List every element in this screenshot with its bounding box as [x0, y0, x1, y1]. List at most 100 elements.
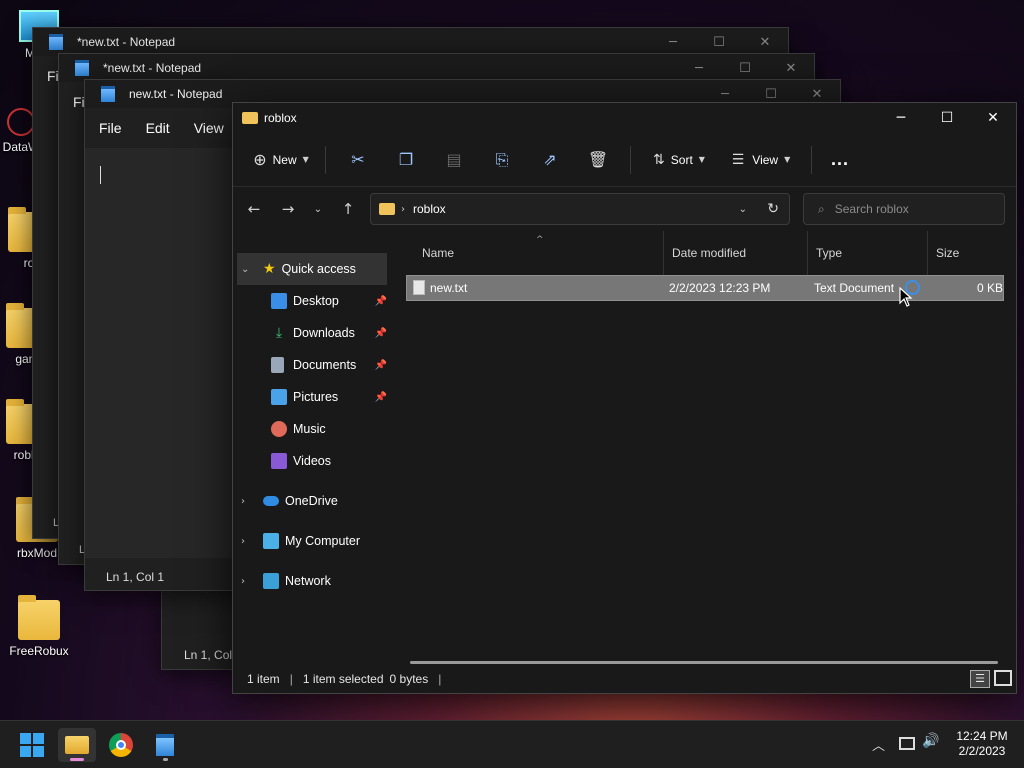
taskbar-notepad[interactable]: [146, 728, 184, 762]
chevron-down-icon[interactable]: ⌄: [241, 264, 255, 275]
search-box[interactable]: ⌕ Search roblox: [803, 193, 1005, 225]
file-date: 2/2/2023 12:23 PM: [669, 281, 771, 295]
app-icon: [7, 108, 35, 136]
chevron-right-icon[interactable]: ›: [241, 576, 255, 587]
nav-item-downloads[interactable]: ⤓ Downloads 📌: [233, 317, 391, 349]
column-type[interactable]: Type: [807, 231, 927, 275]
command-bar: ⊕ New ▼ ✂ ❐ ▤ ⎘ ⇗ 🗑 ⇅ Sort ▼ ☰ View ▼ ..…: [233, 133, 1016, 187]
pin-icon: 📌: [374, 295, 387, 307]
maximize-button[interactable]: ☐: [924, 103, 970, 133]
table-row[interactable]: new.txt 2/2/2023 12:23 PM Text Document …: [406, 275, 1004, 301]
maximize-button[interactable]: ☐: [696, 35, 742, 50]
recent-locations-button[interactable]: ⌄: [305, 204, 331, 215]
nav-network[interactable]: › Network: [233, 565, 391, 597]
file-explorer-window[interactable]: roblox ─ ☐ ✕ ⊕ New ▼ ✂ ❐ ▤ ⎘ ⇗ 🗑 ⇅ Sort …: [232, 102, 1017, 694]
tiles-view-button[interactable]: [994, 670, 1012, 686]
title-bar[interactable]: roblox ─ ☐ ✕: [233, 103, 1016, 133]
close-button[interactable]: ✕: [768, 61, 814, 76]
copy-button[interactable]: ❐: [382, 143, 430, 177]
separator: [630, 145, 631, 174]
nav-quick-access[interactable]: ⌄ ★ Quick access: [237, 253, 387, 285]
cut-button[interactable]: ✂: [334, 143, 382, 177]
more-options-button[interactable]: ...: [820, 143, 860, 177]
volume-icon[interactable]: 🔊: [922, 733, 939, 749]
nav-item-documents[interactable]: Documents 📌: [233, 349, 391, 381]
menu-file[interactable]: File: [99, 120, 122, 136]
file-list[interactable]: Name ^ Date modified Type Size new.txt 2…: [406, 231, 1006, 671]
minimize-button[interactable]: ─: [650, 35, 696, 50]
close-button[interactable]: ✕: [970, 103, 1016, 133]
item-count: 1 item: [247, 672, 280, 686]
minimize-button[interactable]: ─: [878, 103, 924, 133]
minimize-button[interactable]: ─: [702, 87, 748, 102]
nav-my-computer[interactable]: › My Computer: [233, 525, 391, 557]
title-bar[interactable]: *new.txt - Notepad ─ ☐ ✕: [59, 54, 814, 82]
status-divider: |: [289, 672, 293, 686]
clock[interactable]: 12:24 PM 2/2/2023: [952, 729, 1012, 759]
plus-icon: ⊕: [253, 150, 267, 169]
column-name[interactable]: Name ^: [406, 231, 664, 275]
column-size[interactable]: Size: [927, 231, 1007, 275]
column-header-row: Name ^ Date modified Type Size: [406, 231, 1006, 275]
more-icon: ...: [830, 149, 849, 169]
delete-button[interactable]: 🗑: [574, 143, 622, 177]
desktop-icon-freerobux[interactable]: FreeRobux: [4, 595, 74, 658]
nav-item-desktop[interactable]: Desktop 📌: [233, 285, 391, 317]
chevron-right-icon[interactable]: ›: [241, 536, 255, 547]
navigation-row: ← → ⌄ ↑ › roblox ⌄ ↻ ⌕ Search roblox: [233, 187, 1016, 231]
menu-edit[interactable]: Edit: [146, 120, 170, 136]
window-title: *new.txt - Notepad: [103, 61, 202, 75]
paste-button[interactable]: ▤: [430, 143, 478, 177]
up-button[interactable]: ↑: [331, 200, 365, 218]
share-button[interactable]: ⇗: [526, 143, 574, 177]
nav-item-videos[interactable]: Videos: [233, 445, 391, 477]
status-line-col: Ln 1, Col: [184, 648, 233, 662]
column-date-modified[interactable]: Date modified: [663, 231, 808, 275]
videos-icon: [271, 453, 287, 469]
forward-button[interactable]: →: [271, 200, 305, 218]
maximize-button[interactable]: ☐: [722, 61, 768, 76]
chevron-right-icon[interactable]: ›: [241, 496, 255, 507]
address-bar[interactable]: › roblox ⌄ ↻: [370, 193, 790, 225]
music-icon: [271, 421, 287, 437]
back-button[interactable]: ←: [237, 200, 271, 218]
close-button[interactable]: ✕: [794, 87, 840, 102]
download-icon: ⤓: [275, 325, 283, 341]
start-button[interactable]: [13, 728, 51, 762]
folder-icon: [242, 112, 258, 124]
details-view-button[interactable]: ☰: [970, 670, 990, 688]
chevron-down-icon: ▼: [302, 155, 309, 164]
notepad-icon: [156, 734, 174, 756]
active-indicator: [163, 758, 168, 761]
notepad-icon: [75, 60, 89, 76]
star-icon: ★: [263, 261, 276, 277]
horizontal-scrollbar[interactable]: [410, 661, 998, 664]
text-cursor: [100, 166, 101, 184]
nav-item-pictures[interactable]: Pictures 📌: [233, 381, 391, 413]
sort-button[interactable]: ⇅ Sort ▼: [639, 143, 719, 177]
network-status-icon[interactable]: [899, 737, 915, 750]
view-button[interactable]: ☰ View ▼: [719, 143, 803, 177]
taskbar-chrome[interactable]: [102, 728, 140, 762]
title-bar[interactable]: *new.txt - Notepad ─ ☐ ✕: [33, 28, 788, 56]
nav-onedrive[interactable]: › OneDrive: [233, 485, 391, 517]
new-button[interactable]: ⊕ New ▼: [245, 143, 317, 177]
rename-button[interactable]: ⎘: [478, 143, 526, 177]
close-button[interactable]: ✕: [742, 35, 788, 50]
sort-up-icon: ^: [536, 235, 544, 245]
network-icon: [263, 573, 279, 589]
window-title: roblox: [264, 111, 297, 125]
nav-item-music[interactable]: Music: [233, 413, 391, 445]
breadcrumb-roblox[interactable]: roblox: [413, 202, 446, 216]
address-dropdown-icon[interactable]: ⌄: [739, 204, 747, 215]
separator: [811, 145, 812, 174]
refresh-icon[interactable]: ↻: [767, 201, 779, 217]
chevron-up-icon[interactable]: ︿: [872, 735, 885, 754]
taskbar-file-explorer[interactable]: [58, 728, 96, 762]
maximize-button[interactable]: ☐: [748, 87, 794, 102]
minimize-button[interactable]: ─: [676, 61, 722, 76]
menu-view[interactable]: View: [194, 120, 224, 136]
pin-icon: 📌: [374, 327, 387, 339]
share-icon: ⇗: [543, 150, 557, 169]
active-indicator: [70, 758, 84, 761]
